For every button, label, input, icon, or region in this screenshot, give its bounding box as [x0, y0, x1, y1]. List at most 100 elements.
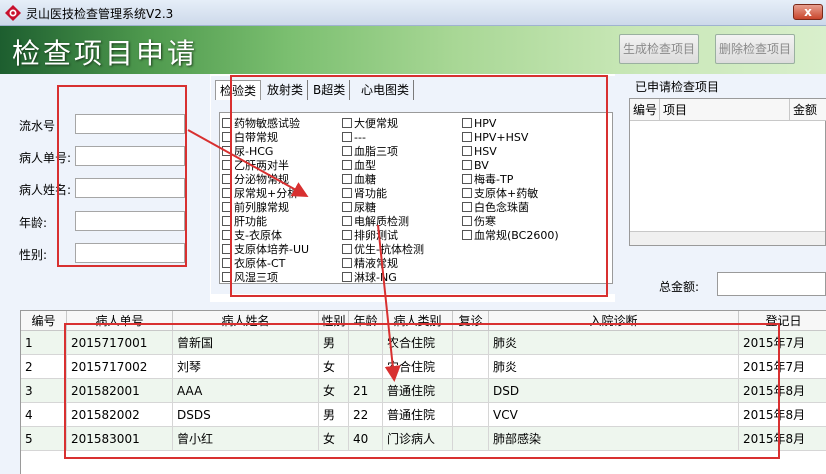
checkbox[interactable] [342, 146, 352, 156]
checkbox[interactable] [342, 244, 352, 254]
check-item[interactable]: 尿-HCG [222, 145, 273, 158]
checkbox[interactable] [222, 188, 232, 198]
table-row-cell[interactable]: 曾新国 [173, 331, 319, 355]
table-row-cell[interactable] [453, 427, 489, 451]
table-row-cell[interactable]: 1 [21, 331, 67, 355]
checkbox[interactable] [462, 188, 472, 198]
check-item[interactable]: 白带常规 [222, 131, 278, 144]
applied-hscrollbar[interactable] [630, 231, 825, 245]
check-item[interactable]: 血常规(BC2600) [462, 229, 559, 242]
tab-ecg[interactable]: 心电图类 [357, 80, 415, 100]
grid-header-cell[interactable]: 登记日 [739, 311, 826, 331]
checkbox[interactable] [462, 202, 472, 212]
checkbox[interactable] [342, 174, 352, 184]
checkbox[interactable] [462, 132, 472, 142]
table-row-cell[interactable]: 女 [319, 427, 349, 451]
patient-no-input[interactable] [75, 146, 185, 166]
table-row-cell[interactable]: 普通住院 [383, 379, 453, 403]
table-row-cell[interactable]: 21 [349, 379, 383, 403]
checkbox[interactable] [342, 230, 352, 240]
checkbox[interactable] [462, 230, 472, 240]
check-item[interactable]: 电解质检测 [342, 215, 409, 228]
check-item[interactable]: 风湿三项 [222, 271, 278, 284]
check-item[interactable]: 精液常规 [342, 257, 398, 270]
check-item[interactable]: 尿常规+分析 [222, 187, 298, 200]
checkbox[interactable] [342, 160, 352, 170]
delete-items-button[interactable]: 删除检查项目 [715, 34, 795, 64]
serial-input[interactable] [75, 114, 185, 134]
table-row-cell[interactable]: 201582001 [67, 379, 173, 403]
check-item[interactable]: 肾功能 [342, 187, 387, 200]
table-row-cell[interactable]: 肺炎 [489, 355, 739, 379]
check-item[interactable]: 尿糖 [342, 201, 376, 214]
table-row-cell[interactable]: 男 [319, 331, 349, 355]
table-row-cell[interactable]: VCV [489, 403, 739, 427]
checkbox[interactable] [222, 132, 232, 142]
checkbox[interactable] [462, 118, 472, 128]
table-row-cell[interactable]: 女 [319, 355, 349, 379]
checkbox[interactable] [222, 146, 232, 156]
check-item[interactable]: 支原体培养-UU [222, 243, 309, 256]
table-row-cell[interactable]: 男 [319, 403, 349, 427]
table-row-cell[interactable]: AAA [173, 379, 319, 403]
checkbox[interactable] [462, 174, 472, 184]
table-row-cell[interactable] [453, 331, 489, 355]
generate-items-button[interactable]: 生成检查项目 [619, 34, 699, 64]
table-row-cell[interactable]: 女 [319, 379, 349, 403]
check-item[interactable]: 衣原体-CT [222, 257, 285, 270]
table-row-cell[interactable]: 22 [349, 403, 383, 427]
check-item[interactable]: 伤寒 [462, 215, 496, 228]
checkbox[interactable] [342, 202, 352, 212]
grid-header-cell[interactable]: 病人姓名 [173, 311, 319, 331]
checkbox[interactable] [222, 216, 232, 226]
table-row-cell[interactable]: DSD [489, 379, 739, 403]
checkbox[interactable] [342, 258, 352, 268]
table-row-cell[interactable]: 201583001 [67, 427, 173, 451]
grid-header-cell[interactable]: 复诊 [453, 311, 489, 331]
grid-header-cell[interactable]: 年龄 [349, 311, 383, 331]
check-item[interactable]: 血糖 [342, 173, 376, 186]
patient-name-input[interactable] [75, 178, 185, 198]
checkbox[interactable] [342, 188, 352, 198]
table-row-cell[interactable]: 农合住院 [383, 355, 453, 379]
checkbox[interactable] [342, 216, 352, 226]
check-item[interactable]: HPV [462, 117, 496, 130]
check-item[interactable]: 排卵测试 [342, 229, 398, 242]
check-item[interactable]: 优生-抗体检测 [342, 243, 424, 256]
tab-ultrasound[interactable]: B超类 [309, 80, 351, 100]
table-row-cell[interactable]: 3 [21, 379, 67, 403]
gender-input[interactable] [75, 243, 185, 263]
checkbox[interactable] [342, 118, 352, 128]
check-item[interactable]: 大便常规 [342, 117, 398, 130]
table-row-cell[interactable]: 2015年7月 [739, 331, 826, 355]
applied-items-table[interactable]: 编号 项目 金额 [629, 98, 826, 246]
close-button[interactable]: x [793, 4, 823, 20]
check-item[interactable]: 分泌物常规 [222, 173, 289, 186]
table-row-cell[interactable] [349, 355, 383, 379]
check-item[interactable]: --- [342, 131, 366, 144]
table-row-cell[interactable] [349, 331, 383, 355]
table-row-cell[interactable]: 刘琴 [173, 355, 319, 379]
check-item[interactable]: 白色念珠菌 [462, 201, 529, 214]
checkbox[interactable] [462, 146, 472, 156]
table-row-cell[interactable]: 2 [21, 355, 67, 379]
checkbox[interactable] [462, 160, 472, 170]
table-row-cell[interactable]: 2015年7月 [739, 355, 826, 379]
check-item[interactable]: HPV+HSV [462, 131, 528, 144]
table-row-cell[interactable]: 2015年8月 [739, 403, 826, 427]
age-input[interactable] [75, 211, 185, 231]
patient-grid[interactable]: 编号 病人单号 病人姓名 性别 年龄 病人类别 复诊 入院诊断 登记日 1 2015717001 曾新… [20, 310, 826, 474]
table-row-cell[interactable]: 2015年8月 [739, 427, 826, 451]
grid-header-cell[interactable]: 编号 [21, 311, 67, 331]
table-row-cell[interactable]: 普通住院 [383, 403, 453, 427]
table-row-cell[interactable]: 曾小红 [173, 427, 319, 451]
checkbox[interactable] [222, 230, 232, 240]
checkbox[interactable] [222, 118, 232, 128]
check-item[interactable]: 支-衣原体 [222, 229, 282, 242]
table-row-cell[interactable] [453, 403, 489, 427]
check-item[interactable]: 支原体+药敏 [462, 187, 538, 200]
checkbox[interactable] [222, 160, 232, 170]
check-item[interactable]: 血脂三项 [342, 145, 398, 158]
table-row-cell[interactable]: 农合住院 [383, 331, 453, 355]
tab-radiology[interactable]: 放射类 [263, 80, 309, 100]
